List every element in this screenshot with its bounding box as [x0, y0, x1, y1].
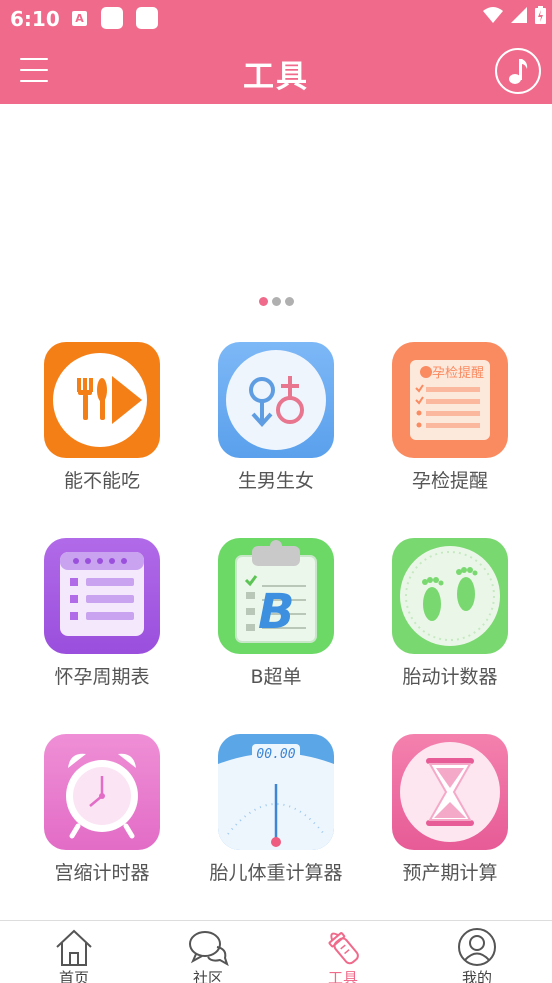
alarm-clock-icon	[44, 734, 160, 850]
notification-a-icon: A	[72, 11, 87, 26]
banner-carousel[interactable]	[0, 104, 552, 294]
footprints-icon	[392, 538, 508, 654]
carousel-dot[interactable]	[258, 297, 268, 306]
carousel-indicator	[0, 297, 552, 306]
tool-label: 怀孕周期表	[54, 666, 150, 688]
tab-label: 首页	[58, 969, 89, 983]
icon-text: 00.00	[256, 747, 295, 762]
tab-home[interactable]: 首页	[5, 921, 143, 983]
tool-kick-counter[interactable]: 胎动计数器	[360, 536, 540, 696]
home-icon	[56, 929, 92, 966]
tool-label: 胎儿体重计算器	[209, 862, 343, 884]
tool-ultrasound-report[interactable]: B B超单	[186, 536, 366, 696]
clipboard-b-icon: B	[218, 538, 334, 654]
wifi-icon	[483, 7, 503, 23]
status-indicators	[483, 6, 546, 24]
tool-label: 预产期计算	[402, 862, 498, 884]
tool-label: B超单	[250, 666, 302, 688]
music-button[interactable]	[495, 48, 541, 94]
tool-pregnancy-calendar[interactable]: 怀孕周期表	[12, 536, 192, 696]
bottom-tab-bar: 首页 社区 工具 我的	[0, 920, 552, 983]
carousel-dot[interactable]	[284, 297, 294, 306]
notification-icon	[136, 7, 158, 29]
user-icon	[458, 928, 496, 966]
tool-due-date-calculator[interactable]: 预产期计算	[360, 732, 540, 892]
tab-profile[interactable]: 我的	[408, 921, 546, 983]
page-title: 工具	[243, 59, 309, 95]
gender-symbols-icon	[218, 342, 334, 458]
tool-can-eat[interactable]: 能不能吃	[12, 340, 192, 500]
music-note-icon	[509, 59, 528, 84]
carousel-dot[interactable]	[271, 297, 281, 306]
tool-fetal-weight-calculator[interactable]: 00.00 胎儿体重计算器	[186, 732, 366, 892]
icon-text: 孕检提醒	[432, 365, 484, 381]
status-time: 6:10	[10, 7, 60, 31]
tool-label: 孕检提醒	[411, 470, 488, 492]
signal-icon	[511, 7, 527, 23]
calendar-list-icon	[44, 538, 160, 654]
hourglass-icon	[392, 734, 508, 850]
tab-label: 工具	[327, 969, 358, 983]
tool-contraction-timer[interactable]: 宫缩计时器	[12, 732, 192, 892]
tool-label: 能不能吃	[63, 470, 140, 492]
tool-label: 胎动计数器	[402, 666, 498, 688]
fork-knife-play-icon	[44, 342, 160, 458]
app-bar: 工具	[0, 38, 552, 104]
checkup-reminder-icon: 孕检提醒	[392, 342, 508, 458]
scale-icon: 00.00	[218, 734, 334, 850]
tab-community[interactable]: 社区	[139, 921, 277, 983]
baby-bottle-icon	[328, 932, 359, 965]
status-bar: 6:10 A	[0, 0, 552, 38]
chat-bubbles-icon	[189, 931, 229, 967]
tool-label: 生男生女	[237, 470, 314, 492]
tool-label: 宫缩计时器	[54, 862, 150, 884]
tab-label: 社区	[192, 969, 223, 983]
icon-text: B	[258, 584, 295, 640]
tool-checkup-reminder[interactable]: 孕检提醒 孕检提醒	[360, 340, 540, 500]
notification-icon	[101, 7, 123, 29]
tab-label: 我的	[461, 969, 492, 983]
tool-boy-or-girl[interactable]: 生男生女	[186, 340, 366, 500]
battery-icon	[535, 6, 546, 24]
tab-tools[interactable]: 工具	[274, 921, 412, 983]
